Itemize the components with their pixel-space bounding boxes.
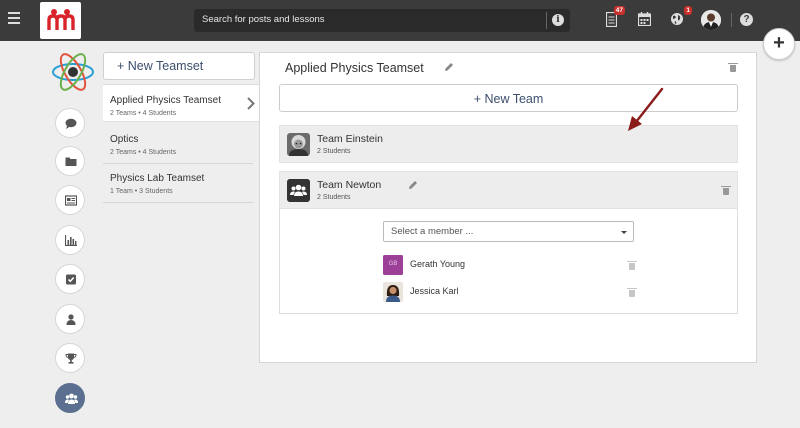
member-initials: GB — [388, 261, 398, 267]
team-card-newton: Team Newton 2 Students Select a member .… — [279, 171, 738, 314]
teamset-title: Applied Physics Teamset — [285, 61, 424, 75]
search-divider — [546, 12, 547, 29]
bar-chart-icon — [65, 235, 77, 246]
edit-team-pencil-icon[interactable] — [408, 180, 418, 193]
search-bar[interactable]: Search for posts and lessons i — [194, 9, 570, 32]
rail-analytics-button[interactable] — [55, 225, 85, 255]
member-select-placeholder: Select a member ... — [391, 226, 474, 237]
teamset-meta: 1 Team • 3 Students — [110, 188, 173, 195]
member-name: Gerath Young — [410, 259, 466, 269]
top-bar: Search for posts and lessons i 47 1 ? — [0, 0, 800, 41]
teamset-name: Applied Physics Teamset — [110, 95, 221, 106]
calendar-icon — [637, 12, 652, 27]
teamset-divider — [103, 202, 253, 203]
rail-teams-button[interactable] — [55, 383, 85, 413]
member-name: Jessica Karl — [410, 286, 459, 296]
user-avatar[interactable] — [701, 10, 721, 30]
rail-folders-button[interactable] — [55, 146, 85, 176]
team-meta: 2 Students — [317, 194, 351, 201]
member-initials-avatar: GB — [383, 255, 403, 275]
teamset-meta: 2 Teams • 4 Students — [110, 110, 177, 117]
atom-logo-icon[interactable] — [50, 49, 96, 95]
remove-member-trash-icon[interactable] — [627, 288, 637, 297]
info-icon[interactable]: i — [552, 14, 564, 26]
menu-icon[interactable] — [8, 12, 20, 26]
rail-tasks-button[interactable] — [55, 264, 85, 294]
rail-gradebook-button[interactable] — [55, 185, 85, 215]
folder-icon — [65, 157, 77, 166]
calendar-button[interactable] — [637, 12, 652, 31]
help-icon[interactable]: ? — [740, 13, 753, 26]
globe-icon — [671, 13, 683, 25]
team-einstein-avatar — [287, 133, 310, 156]
rail-awards-button[interactable] — [55, 343, 85, 373]
edit-teamset-pencil-icon[interactable] — [444, 62, 454, 75]
checkbox-icon — [66, 274, 76, 285]
toolbar-divider — [731, 13, 732, 27]
chevron-right-icon — [247, 97, 255, 113]
teamset-item-applied-physics[interactable]: Applied Physics Teamset 2 Teams • 4 Stud… — [103, 84, 259, 122]
caret-down-icon — [621, 231, 627, 234]
notifications-button[interactable]: 47 — [605, 6, 625, 32]
new-teamset-label: + New Teamset — [117, 59, 204, 73]
new-teamset-button[interactable]: + New Teamset — [103, 52, 255, 80]
teamset-name: Physics Lab Teamset — [110, 173, 205, 184]
user-icon — [66, 314, 76, 325]
notifications-badge: 47 — [613, 6, 625, 15]
member-row-gerath-young: GB Gerath Young — [383, 255, 637, 275]
teamset-meta: 2 Teams • 4 Students — [110, 149, 177, 156]
annotation-arrow-icon — [628, 87, 664, 131]
teamset-item-physics-lab[interactable]: Physics Lab Teamset 1 Team • 3 Students — [103, 163, 259, 201]
add-fab-button[interactable]: + — [763, 28, 795, 60]
users-group-icon — [65, 393, 78, 404]
team-name: Team Newton — [317, 179, 382, 191]
teamset-item-optics[interactable]: Optics 2 Teams • 4 Students — [103, 124, 259, 162]
member-photo-avatar — [383, 282, 403, 302]
globe-button[interactable]: 1 — [670, 6, 692, 31]
team-row-newton[interactable]: Team Newton 2 Students — [279, 171, 738, 209]
chat-icon — [65, 118, 77, 129]
globe-badge: 1 — [684, 6, 692, 15]
rail-posts-button[interactable] — [55, 108, 85, 138]
app-logo[interactable] — [40, 2, 81, 39]
remove-member-trash-icon[interactable] — [627, 261, 637, 270]
member-select[interactable]: Select a member ... — [383, 221, 634, 242]
rail-people-button[interactable] — [55, 304, 85, 334]
teamset-name: Optics — [110, 134, 139, 145]
search-input[interactable]: Search for posts and lessons — [202, 14, 325, 25]
teamset-detail-panel: Applied Physics Teamset + New Team Team … — [259, 52, 757, 363]
team-meta: 2 Students — [317, 148, 351, 155]
trophy-icon — [65, 353, 77, 364]
team-group-avatar-icon — [287, 179, 310, 202]
delete-teamset-trash-icon[interactable] — [728, 63, 738, 72]
team-name: Team Einstein — [317, 133, 383, 145]
member-row-jessica-karl: Jessica Karl — [383, 282, 637, 302]
newspaper-icon — [65, 195, 77, 206]
delete-team-trash-icon[interactable] — [721, 186, 731, 195]
